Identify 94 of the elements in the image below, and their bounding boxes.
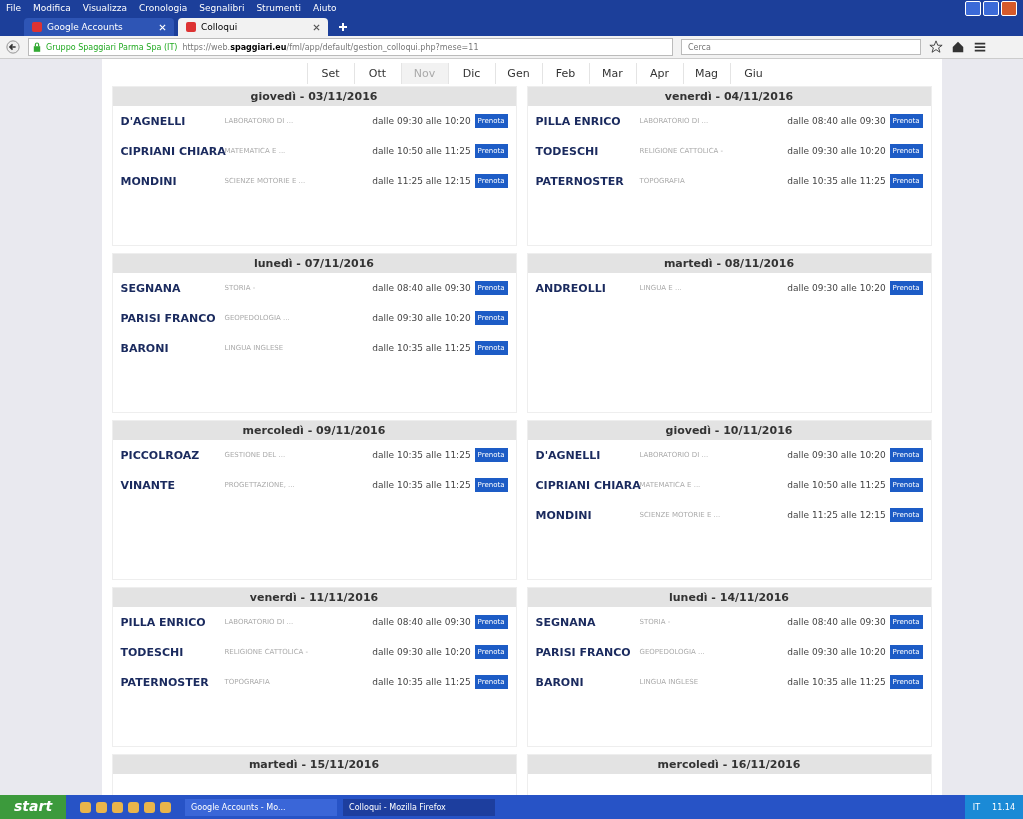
menu-item[interactable]: Aiuto bbox=[313, 3, 337, 13]
day-header: giovedì - 10/11/2016 bbox=[527, 421, 931, 440]
new-tab-icon[interactable] bbox=[338, 22, 348, 32]
month-tab[interactable]: Dic bbox=[447, 63, 495, 84]
app-icon[interactable] bbox=[96, 801, 108, 813]
teacher-name: SEGNANA bbox=[535, 615, 597, 629]
taskbar-button[interactable]: Google Accounts - Mo... bbox=[185, 798, 338, 816]
time-slot: dalle 10:35 alle 11:25 bbox=[787, 677, 886, 687]
teacher-name: PILLA ENRICO bbox=[535, 114, 622, 128]
time-slot: dalle 10:35 alle 11:25 bbox=[372, 343, 471, 353]
menu-item[interactable]: Strumenti bbox=[256, 3, 302, 13]
menu-item[interactable]: Modifica bbox=[33, 3, 71, 13]
teacher-name: PILLA ENRICO bbox=[120, 615, 207, 629]
browser-tab[interactable]: Google Accounts bbox=[24, 18, 174, 36]
home-icon[interactable] bbox=[951, 40, 965, 54]
menu-item[interactable]: Visualizza bbox=[82, 3, 128, 13]
time-slot: dalle 10:35 alle 11:25 bbox=[787, 176, 886, 186]
app-icon[interactable] bbox=[128, 801, 140, 813]
teacher-name: D'AGNELLI bbox=[535, 448, 602, 462]
teacher-name: CIPRIANI CHIARA bbox=[535, 478, 640, 492]
teacher-name: TODESCHI bbox=[535, 144, 600, 158]
teacher-name: TODESCHI bbox=[120, 645, 185, 659]
month-tab[interactable]: Mar bbox=[588, 63, 636, 84]
month-tab[interactable]: Giu bbox=[729, 63, 777, 84]
teacher-name: PATERNOSTER bbox=[535, 174, 625, 188]
clock-text: 11.14 bbox=[992, 802, 1015, 812]
start-button[interactable]: start bbox=[0, 795, 67, 819]
time-slot: dalle 08:40 alle 09:30 bbox=[787, 617, 886, 627]
teacher-name: BARONI bbox=[120, 341, 170, 355]
month-tab[interactable]: Set bbox=[306, 63, 354, 84]
time-slot: dalle 09:30 alle 10:20 bbox=[372, 647, 471, 657]
time-slot: dalle 09:30 alle 10:20 bbox=[787, 450, 886, 460]
time-slot: dalle 11:25 alle 12:15 bbox=[372, 176, 471, 186]
minimize-icon[interactable] bbox=[965, 0, 981, 16]
month-tab[interactable]: Ott bbox=[353, 63, 401, 84]
teacher-name: CIPRIANI CHIARA bbox=[120, 144, 225, 158]
app-icon[interactable] bbox=[144, 801, 156, 813]
teacher-name: SEGNANA bbox=[120, 281, 182, 295]
language-indicator: IT bbox=[972, 802, 981, 812]
favicon-icon bbox=[32, 22, 42, 32]
day-header: venerdì - 04/11/2016 bbox=[527, 87, 931, 106]
day-header: lunedì - 14/11/2016 bbox=[527, 588, 931, 607]
day-header: martedì - 15/11/2016 bbox=[112, 755, 516, 774]
time-slot: dalle 09:30 alle 10:20 bbox=[787, 146, 886, 156]
close-icon[interactable] bbox=[313, 23, 320, 31]
day-header: giovedì - 03/11/2016 bbox=[112, 87, 516, 106]
day-header: lunedì - 07/11/2016 bbox=[112, 254, 516, 273]
menu-item[interactable]: Segnalibri bbox=[199, 3, 245, 13]
favicon-icon bbox=[186, 22, 196, 32]
lock-icon bbox=[33, 42, 41, 52]
time-slot: dalle 08:40 alle 09:30 bbox=[787, 116, 886, 126]
time-slot: dalle 10:35 alle 11:25 bbox=[372, 677, 471, 687]
time-slot: dalle 11:25 alle 12:15 bbox=[787, 510, 886, 520]
teacher-name: VINANTE bbox=[120, 478, 177, 492]
teacher-name: ANDREOLLI bbox=[535, 281, 607, 295]
maximize-icon[interactable] bbox=[983, 0, 999, 16]
back-icon[interactable] bbox=[6, 40, 20, 54]
time-slot: dalle 10:35 alle 11:25 bbox=[372, 480, 471, 490]
app-icon[interactable] bbox=[112, 801, 124, 813]
time-slot: dalle 10:50 alle 11:25 bbox=[372, 146, 471, 156]
teacher-name: MONDINI bbox=[120, 174, 178, 188]
time-slot: dalle 09:30 alle 10:20 bbox=[787, 647, 886, 657]
address-field[interactable]: Gruppo Spaggiari Parma Spa (IT) https://web.spaggiari.eu/fml/app/default/gestion_colloqui.php?mese=11 bbox=[28, 38, 673, 56]
teacher-name: PARISI FRANCO bbox=[535, 645, 632, 659]
month-tab[interactable]: Mag bbox=[682, 63, 730, 84]
menu-item[interactable]: Cronologia bbox=[139, 3, 188, 13]
time-slot: dalle 10:50 alle 11:25 bbox=[787, 480, 886, 490]
teacher-name: MONDINI bbox=[535, 508, 593, 522]
time-slot: dalle 08:40 alle 09:30 bbox=[372, 283, 471, 293]
time-slot: dalle 10:35 alle 11:25 bbox=[372, 450, 471, 460]
menu-icon[interactable] bbox=[973, 40, 987, 54]
teacher-name: PICCOLROAZ bbox=[120, 448, 201, 462]
month-tab[interactable]: Feb bbox=[541, 63, 589, 84]
star-icon[interactable] bbox=[929, 40, 943, 54]
taskbar-button[interactable]: Colloqui - Mozilla Firefox bbox=[343, 798, 496, 816]
day-header: mercoledì - 09/11/2016 bbox=[112, 421, 516, 440]
time-slot: dalle 08:40 alle 09:30 bbox=[372, 617, 471, 627]
teacher-name: D'AGNELLI bbox=[120, 114, 187, 128]
time-slot: dalle 09:30 alle 10:20 bbox=[372, 116, 471, 126]
time-slot: dalle 09:30 alle 10:20 bbox=[372, 313, 471, 323]
search-field[interactable]: Cerca bbox=[681, 39, 921, 55]
teacher-name: PARISI FRANCO bbox=[120, 311, 217, 325]
app-icon[interactable] bbox=[80, 801, 92, 813]
month-tab[interactable]: Apr bbox=[635, 63, 683, 84]
browser-tab[interactable]: Colloqui bbox=[178, 18, 328, 36]
menu-item[interactable]: File bbox=[6, 3, 22, 13]
day-header: mercoledì - 16/11/2016 bbox=[527, 755, 931, 774]
day-header: venerdì - 11/11/2016 bbox=[112, 588, 516, 607]
time-slot: dalle 09:30 alle 10:20 bbox=[787, 283, 886, 293]
app-icon[interactable] bbox=[160, 801, 172, 813]
day-header: martedì - 08/11/2016 bbox=[527, 254, 931, 273]
month-tab[interactable]: Gen bbox=[494, 63, 542, 84]
teacher-name: PATERNOSTER bbox=[120, 675, 210, 689]
teacher-name: BARONI bbox=[535, 675, 585, 689]
